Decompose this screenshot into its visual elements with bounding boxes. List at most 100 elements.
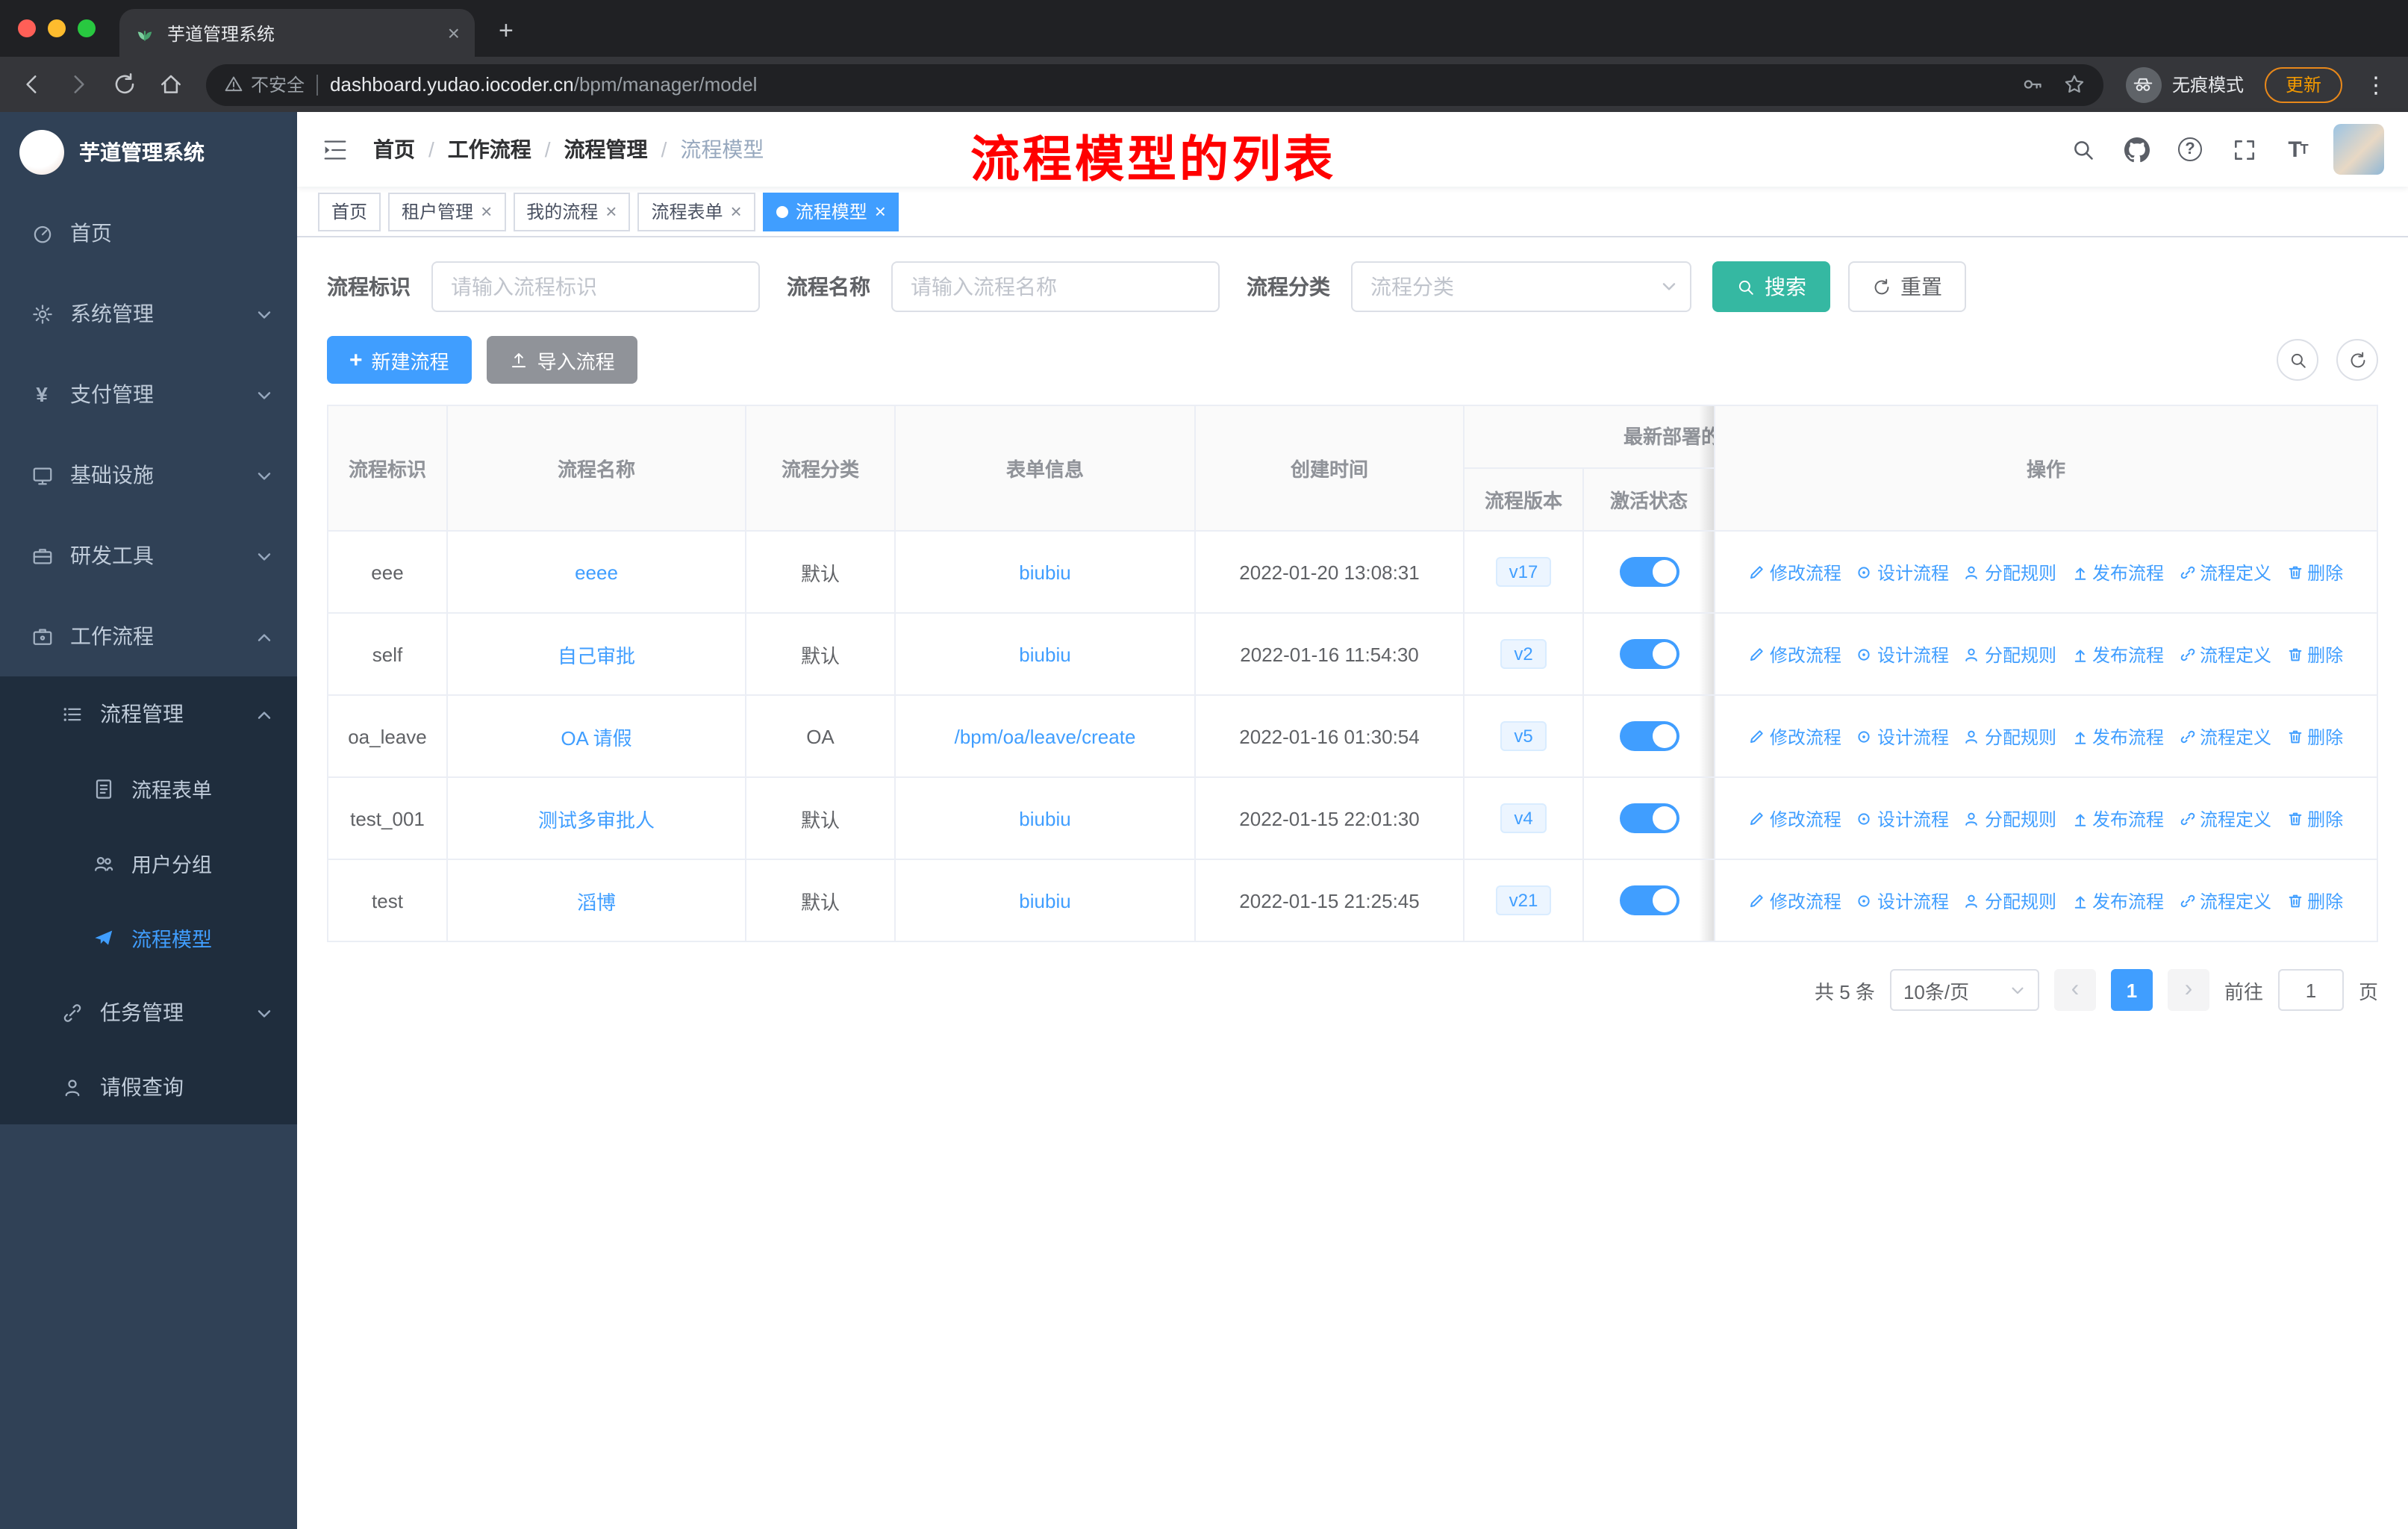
tag-close-icon[interactable]: ×: [875, 202, 886, 221]
sidebar-item-user-group[interactable]: 用户分组: [0, 826, 297, 900]
home-icon[interactable]: [151, 64, 191, 105]
font-size-icon[interactable]: TT: [2280, 131, 2315, 167]
action-publish[interactable]: 发布流程: [2071, 806, 2164, 831]
action-design[interactable]: 设计流程: [1856, 888, 1949, 913]
browser-tab[interactable]: 芋道管理系统 ×: [119, 9, 475, 57]
process-id-input[interactable]: [431, 261, 760, 312]
sidebar-item-infrastructure[interactable]: 基础设施: [0, 435, 297, 515]
process-name-input[interactable]: [891, 261, 1220, 312]
form-info-link[interactable]: biubiu: [1019, 643, 1070, 665]
action-delete[interactable]: 删除: [2286, 723, 2343, 749]
sidebar-item-process-management[interactable]: 流程管理: [0, 676, 297, 751]
process-name-link[interactable]: 自己审批: [558, 644, 635, 667]
breadcrumb-item[interactable]: 工作流程: [448, 134, 531, 164]
action-assign[interactable]: 分配规则: [1964, 723, 2056, 749]
process-name-link[interactable]: OA 请假: [561, 726, 631, 749]
form-info-link[interactable]: biubiu: [1019, 889, 1070, 912]
active-toggle[interactable]: [1619, 721, 1679, 751]
current-page-button[interactable]: 1: [2110, 969, 2153, 1011]
action-publish[interactable]: 发布流程: [2071, 888, 2164, 913]
sidebar-item-devtools[interactable]: 研发工具: [0, 515, 297, 596]
action-modify[interactable]: 修改流程: [1749, 888, 1841, 913]
browser-update-button[interactable]: 更新: [2264, 66, 2342, 102]
action-design[interactable]: 设计流程: [1856, 641, 1949, 667]
sidebar-item-workflow[interactable]: 工作流程: [0, 596, 297, 676]
prev-page-button[interactable]: ‹: [2053, 969, 2096, 1011]
show-search-button[interactable]: [2277, 339, 2318, 381]
action-design[interactable]: 设计流程: [1856, 806, 1949, 831]
help-icon[interactable]: ?: [2172, 131, 2208, 167]
tag-process-model[interactable]: 流程模型 ×: [762, 192, 899, 231]
sidebar-fold-icon[interactable]: [321, 135, 349, 164]
action-definition[interactable]: 流程定义: [2179, 559, 2271, 585]
action-definition[interactable]: 流程定义: [2179, 641, 2271, 667]
action-definition[interactable]: 流程定义: [2179, 806, 2271, 831]
process-name-link[interactable]: 测试多审批人: [538, 809, 655, 831]
process-name-link[interactable]: 滔博: [577, 891, 616, 913]
action-publish[interactable]: 发布流程: [2071, 641, 2164, 667]
fullscreen-icon[interactable]: [2226, 131, 2262, 167]
action-delete[interactable]: 删除: [2286, 641, 2343, 667]
close-window-button[interactable]: [18, 19, 36, 37]
active-toggle[interactable]: [1619, 639, 1679, 669]
form-info-link[interactable]: biubiu: [1019, 807, 1070, 829]
address-bar[interactable]: 不安全 dashboard.yudao.iocoder.cn/bpm/manag…: [206, 63, 2103, 105]
search-button[interactable]: 搜索: [1712, 261, 1830, 312]
tag-process-form[interactable]: 流程表单 ×: [637, 192, 755, 231]
next-page-button[interactable]: ›: [2167, 969, 2209, 1011]
action-delete[interactable]: 删除: [2286, 806, 2343, 831]
sidebar-logo[interactable]: 芋道管理系统: [0, 112, 297, 193]
page-size-select[interactable]: 10条/页: [1889, 969, 2039, 1011]
forward-icon[interactable]: [58, 64, 99, 105]
action-delete[interactable]: 删除: [2286, 559, 2343, 585]
category-select[interactable]: 流程分类: [1351, 261, 1691, 312]
back-icon[interactable]: [12, 64, 52, 105]
form-info-link[interactable]: biubiu: [1019, 561, 1070, 583]
password-key-icon[interactable]: [2021, 73, 2044, 96]
create-process-button[interactable]: + 新建流程: [327, 336, 472, 384]
action-delete[interactable]: 删除: [2286, 888, 2343, 913]
reload-icon[interactable]: [105, 64, 145, 105]
search-icon[interactable]: [2065, 131, 2100, 167]
browser-menu-icon[interactable]: ⋮: [2356, 71, 2396, 98]
action-assign[interactable]: 分配规则: [1964, 641, 2056, 667]
form-info-link[interactable]: /bpm/oa/leave/create: [955, 725, 1136, 747]
process-name-link[interactable]: eeee: [575, 561, 618, 583]
refresh-table-button[interactable]: [2336, 339, 2378, 381]
active-toggle[interactable]: [1619, 803, 1679, 833]
action-definition[interactable]: 流程定义: [2179, 888, 2271, 913]
sidebar-item-task-management[interactable]: 任务管理: [0, 975, 297, 1050]
breadcrumb-item[interactable]: 首页: [373, 134, 415, 164]
sidebar-item-leave-query[interactable]: 请假查询: [0, 1050, 297, 1124]
sidebar-item-system[interactable]: 系统管理: [0, 273, 297, 354]
tab-close-icon[interactable]: ×: [448, 22, 460, 43]
goto-page-input[interactable]: [2277, 969, 2344, 1011]
active-toggle[interactable]: [1619, 557, 1679, 587]
tag-close-icon[interactable]: ×: [481, 202, 492, 221]
action-assign[interactable]: 分配规则: [1964, 806, 2056, 831]
action-modify[interactable]: 修改流程: [1749, 641, 1841, 667]
tag-my-process[interactable]: 我的流程 ×: [513, 192, 631, 231]
action-design[interactable]: 设计流程: [1856, 723, 1949, 749]
sidebar-item-process-form[interactable]: 流程表单: [0, 751, 297, 826]
tag-tenant[interactable]: 租户管理 ×: [388, 192, 506, 231]
action-publish[interactable]: 发布流程: [2071, 559, 2164, 585]
maximize-window-button[interactable]: [78, 19, 96, 37]
action-modify[interactable]: 修改流程: [1749, 806, 1841, 831]
action-modify[interactable]: 修改流程: [1749, 723, 1841, 749]
sidebar-item-home[interactable]: 首页: [0, 193, 297, 273]
new-tab-button[interactable]: +: [499, 16, 514, 46]
action-assign[interactable]: 分配规则: [1964, 888, 2056, 913]
action-publish[interactable]: 发布流程: [2071, 723, 2164, 749]
import-process-button[interactable]: 导入流程: [486, 336, 637, 384]
user-avatar[interactable]: [2333, 124, 2384, 175]
action-modify[interactable]: 修改流程: [1749, 559, 1841, 585]
action-design[interactable]: 设计流程: [1856, 559, 1949, 585]
security-warning[interactable]: 不安全: [224, 72, 305, 97]
reset-button[interactable]: 重置: [1848, 261, 1966, 312]
bookmark-star-icon[interactable]: [2063, 73, 2086, 96]
tag-home[interactable]: 首页: [318, 192, 381, 231]
tag-close-icon[interactable]: ×: [731, 202, 742, 221]
action-definition[interactable]: 流程定义: [2179, 723, 2271, 749]
active-toggle[interactable]: [1619, 885, 1679, 915]
